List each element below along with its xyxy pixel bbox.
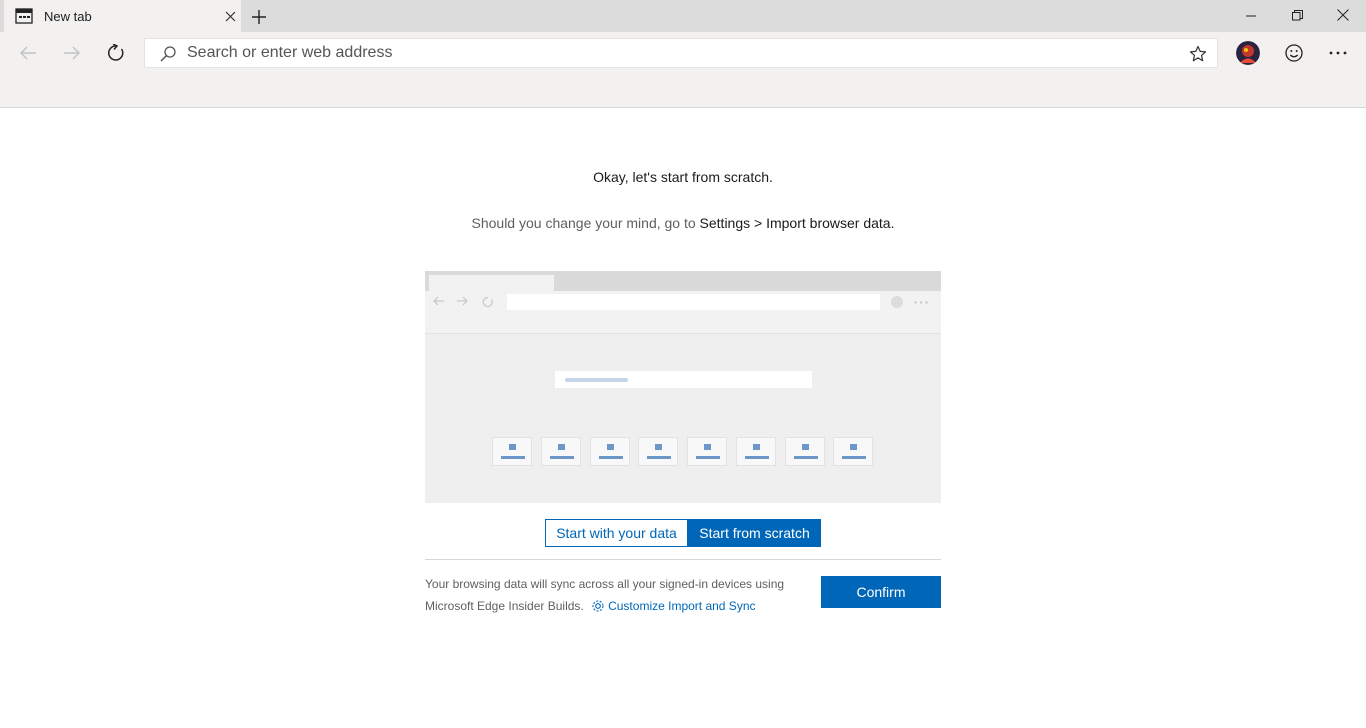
browser-chrome: New tab	[0, 0, 1366, 108]
settings-hint-path: Settings > Import browser data.	[699, 215, 895, 231]
preview-more-icon	[914, 301, 928, 304]
page-heading: Okay, let's start from scratch.	[593, 169, 773, 185]
forward-icon[interactable]	[57, 38, 87, 68]
address-input[interactable]	[187, 39, 1167, 67]
preview-search-placeholder	[565, 378, 628, 382]
close-window-icon[interactable]	[1320, 0, 1366, 30]
more-icon[interactable]	[1323, 38, 1353, 68]
close-tab-icon[interactable]	[220, 6, 240, 26]
minimize-icon[interactable]	[1228, 0, 1274, 30]
preview-search-box	[555, 371, 812, 388]
preview-tile	[785, 437, 825, 466]
preview-tile	[638, 437, 678, 466]
preview-tile	[492, 437, 532, 466]
restore-icon[interactable]	[1274, 0, 1320, 30]
preview-toolbar	[425, 291, 941, 334]
preview-forward-icon	[457, 296, 468, 306]
sync-info: Your browsing data will sync across all …	[425, 573, 805, 617]
tab-new-tab[interactable]: New tab	[4, 0, 241, 32]
preview-address-bar	[507, 294, 880, 310]
preview-tile	[590, 437, 630, 466]
tab-strip: New tab	[0, 0, 1366, 32]
start-from-scratch-button[interactable]: Start from scratch	[688, 519, 821, 547]
start-with-data-button[interactable]: Start with your data	[545, 519, 688, 547]
preview-tile	[687, 437, 727, 466]
customize-link-label: Customize Import and Sync	[608, 599, 756, 613]
favorite-star-icon[interactable]	[1189, 45, 1207, 63]
preview-avatar	[891, 296, 903, 308]
customize-import-sync-link[interactable]: Customize Import and Sync	[587, 599, 756, 613]
back-icon[interactable]	[13, 38, 43, 68]
tab-title: New tab	[44, 9, 92, 24]
browser-preview-illustration	[425, 271, 941, 503]
divider	[425, 559, 941, 560]
preview-back-icon	[433, 296, 444, 306]
preview-tab	[429, 275, 554, 291]
refresh-icon[interactable]	[101, 38, 131, 68]
settings-hint: Should you change your mind, go to Setti…	[0, 215, 1366, 231]
feedback-smiley-icon[interactable]	[1279, 38, 1309, 68]
new-tab-page-icon	[15, 8, 33, 24]
settings-hint-prefix: Should you change your mind, go to	[471, 215, 696, 231]
search-icon	[160, 46, 176, 62]
new-tab-plus-icon[interactable]	[247, 5, 271, 29]
preview-tile	[541, 437, 581, 466]
address-bar[interactable]	[144, 38, 1218, 68]
preview-tile	[833, 437, 873, 466]
preview-tile	[736, 437, 776, 466]
preview-refresh-icon	[482, 296, 493, 308]
profile-avatar[interactable]	[1236, 41, 1260, 65]
confirm-button[interactable]: Confirm	[821, 576, 941, 608]
preview-tab-strip	[425, 271, 941, 291]
gear-icon	[592, 600, 604, 612]
